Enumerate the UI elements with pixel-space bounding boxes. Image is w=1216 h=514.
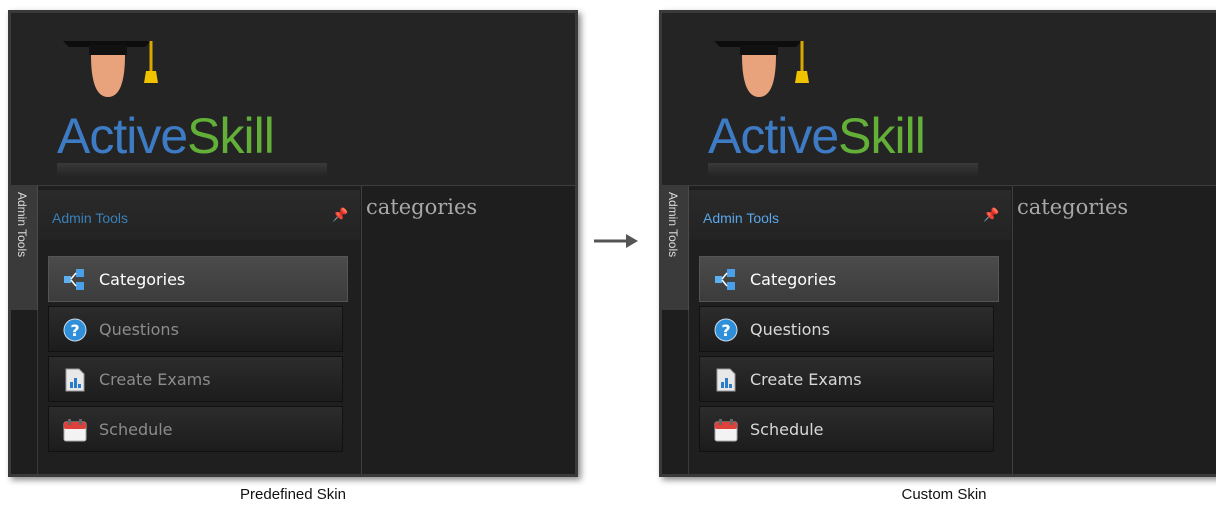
nav-item-label: Create Exams — [99, 370, 211, 389]
nav-item-label: Schedule — [750, 420, 824, 439]
activeskill-logo: ActiveSkill — [708, 27, 998, 177]
content-title: categories — [366, 195, 478, 219]
sidebar-header: Admin Tools 📌 — [38, 190, 360, 240]
sidebar-header: Admin Tools 📌 — [689, 190, 1011, 240]
nav-item-label: Questions — [99, 320, 179, 339]
sidebar-item-create-exams[interactable]: Create Exams — [48, 356, 343, 402]
help-question-icon: ? — [63, 318, 87, 342]
calendar-icon — [714, 419, 738, 442]
logo-wordmark: ActiveSkill — [708, 108, 926, 164]
categories-icon — [715, 269, 735, 290]
caption-predefined-skin: Predefined Skin — [240, 486, 346, 503]
admin-tools-sidebar: Admin Tools 📌 Categories ? Questions Cre… — [38, 186, 362, 474]
vertical-tab-label: Admin Tools — [666, 192, 680, 258]
sidebar-item-questions[interactable]: ? Questions — [48, 306, 343, 352]
arrow-right-icon — [594, 234, 638, 248]
predefined-skin-window: ActiveSkill Admin Tools Admin Tools 📌 Ca… — [8, 10, 578, 477]
sidebar-item-create-exams[interactable]: Create Exams — [699, 356, 994, 402]
graduate-logo-icon — [714, 41, 809, 97]
logo-reflection — [57, 163, 327, 177]
document-chart-icon — [716, 368, 736, 392]
svg-text:?: ? — [721, 321, 730, 340]
sidebar-title: Admin Tools — [52, 210, 129, 226]
pin-icon[interactable]: 📌 — [983, 208, 999, 224]
sidebar-item-categories[interactable]: Categories — [48, 256, 348, 302]
sidebar-item-schedule[interactable]: Schedule — [699, 406, 994, 452]
sidebar-title: Admin Tools — [703, 210, 780, 226]
pin-icon[interactable]: 📌 — [332, 208, 348, 224]
logo-wordmark: ActiveSkill — [57, 108, 275, 164]
nav-item-label: Questions — [750, 320, 830, 339]
admin-tools-vertical-tab[interactable]: Admin Tools — [11, 186, 38, 311]
admin-tools-sidebar: Admin Tools 📌 Categories ? Questions Cre… — [689, 186, 1013, 474]
categories-icon — [64, 269, 84, 290]
nav-item-label: Categories — [750, 270, 837, 289]
admin-tools-vertical-tab[interactable]: Admin Tools — [662, 186, 689, 311]
app-header: ActiveSkill — [662, 13, 1216, 186]
sidebar-item-schedule[interactable]: Schedule — [48, 406, 343, 452]
help-question-icon: ? — [714, 318, 738, 342]
custom-skin-window: ActiveSkill Admin Tools Admin Tools 📌 Ca… — [659, 10, 1216, 477]
vertical-tab-label: Admin Tools — [15, 192, 29, 258]
content-title: categories — [1017, 195, 1129, 219]
logo-reflection — [708, 163, 978, 177]
sidebar-item-categories[interactable]: Categories — [699, 256, 999, 302]
vertical-tab-strip — [662, 310, 689, 474]
graduate-logo-icon — [63, 41, 158, 97]
nav-item-label: Create Exams — [750, 370, 862, 389]
calendar-icon — [63, 419, 87, 442]
sidebar-item-questions[interactable]: ? Questions — [699, 306, 994, 352]
activeskill-logo: ActiveSkill — [57, 27, 347, 177]
nav-item-label: Schedule — [99, 420, 173, 439]
svg-text:?: ? — [70, 321, 79, 340]
caption-custom-skin: Custom Skin — [901, 486, 987, 503]
app-header: ActiveSkill — [11, 13, 575, 186]
document-chart-icon — [65, 368, 85, 392]
nav-item-label: Categories — [99, 270, 186, 289]
vertical-tab-strip — [11, 310, 38, 474]
